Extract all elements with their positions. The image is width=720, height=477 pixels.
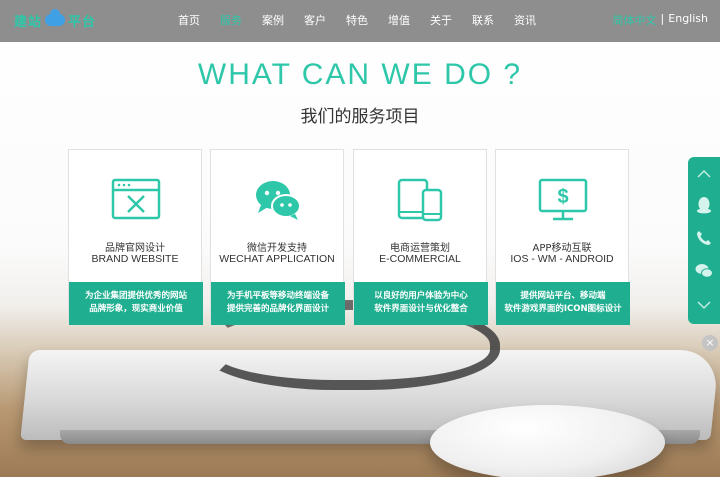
nav-item-about[interactable]: 关于	[420, 0, 462, 42]
service-desc-line: 提供网站平台、移动端	[520, 291, 606, 301]
service-cn-title: 电商运营策划	[390, 243, 450, 254]
wechat-icon[interactable]	[688, 255, 720, 285]
service-cn-title: 品牌官网设计	[105, 243, 165, 254]
service-desc-line: 软件游戏界面的ICON图标设计	[504, 304, 622, 314]
nav-item-cases[interactable]: 案例	[252, 0, 294, 42]
mobile-tablet-icon	[397, 178, 443, 222]
service-desc-line: 品牌形象，现实商业价值	[89, 304, 183, 314]
service-desc-line: 以良好的用户体验为中心	[374, 291, 468, 301]
nav-item-home[interactable]: 首页	[168, 0, 210, 42]
close-side-toolbar-button[interactable]: ×	[702, 335, 718, 351]
section-title: WHAT CAN WE DO ?	[197, 58, 523, 91]
top-navbar: 建站 平台 首页 服务 案例 客户 特色 增值 关于 联系 资讯 简体中文 | …	[0, 0, 720, 42]
service-card-wechat[interactable]: 微信开发支持 WECHAT APPLICATION 为手机平板等移动终端设备 提…	[210, 149, 345, 325]
svg-text:$: $	[557, 186, 568, 208]
phone-icon[interactable]	[688, 223, 720, 253]
service-desc-line: 为企业集团提供优秀的网站	[84, 291, 187, 301]
monitor-dollar-icon: $	[538, 178, 588, 221]
service-en-title: E-COMMERCIAL	[379, 253, 461, 265]
service-en-title: BRAND WEBSITE	[91, 253, 179, 265]
service-description: 为企业集团提供优秀的网站 品牌形象，现实商业价值	[69, 282, 203, 325]
nav-item-contact[interactable]: 联系	[462, 0, 504, 42]
service-description: 以良好的用户体验为中心 软件界面设计与优化整合	[354, 282, 488, 325]
service-desc-line: 为手机平板等移动终端设备	[226, 291, 329, 301]
main-nav: 首页 服务 案例 客户 特色 增值 关于 联系 资讯	[168, 0, 546, 42]
floating-side-toolbar	[688, 157, 720, 324]
service-card-ecommercial[interactable]: 电商运营策划 E-COMMERCIAL 以良好的用户体验为中心 软件界面设计与优…	[353, 149, 488, 325]
section-subtitle: 我们的服务项目	[300, 107, 420, 127]
nav-item-services[interactable]: 服务	[210, 0, 252, 42]
chevron-up-icon[interactable]	[688, 159, 720, 189]
service-en-title: WECHAT APPLICATION	[219, 253, 335, 265]
nav-item-news[interactable]: 资讯	[504, 0, 546, 42]
nav-item-clients[interactable]: 客户	[294, 0, 336, 42]
service-desc-line: 提供完善的品牌化界面设计	[226, 304, 329, 314]
qq-icon[interactable]	[688, 190, 720, 220]
site-logo[interactable]: 建站 平台	[14, 9, 114, 30]
service-card-brand-website[interactable]: 品牌官网设计 BRAND WEBSITE 为企业集团提供优秀的网站 品牌形象，现…	[68, 149, 203, 325]
service-card-app[interactable]: $ APP移动互联 IOS - WM - ANDROID 提供网站平台、移动端 …	[495, 149, 630, 325]
service-en-title: IOS - WM - ANDROID	[510, 253, 614, 265]
cloud-icon	[45, 9, 66, 26]
service-cn-title: APP移动互联	[532, 243, 592, 254]
service-cn-title: 微信开发支持	[247, 243, 307, 254]
nav-item-features[interactable]: 特色	[336, 0, 378, 42]
wechat-icon	[256, 181, 301, 220]
lang-chinese-link[interactable]: 简体中文	[613, 12, 657, 28]
language-switcher: 简体中文 | English	[613, 12, 708, 28]
service-description: 提供网站平台、移动端 软件游戏界面的ICON图标设计	[496, 282, 630, 325]
service-description: 为手机平板等移动终端设备 提供完善的品牌化界面设计	[211, 282, 345, 325]
website-design-icon	[111, 178, 161, 220]
logo-text-right: 平台	[68, 13, 97, 29]
chevron-down-icon[interactable]	[688, 290, 720, 320]
nav-item-value-added[interactable]: 增值	[378, 0, 420, 42]
mouse-illustration	[430, 405, 665, 477]
service-desc-line: 软件界面设计与优化整合	[374, 304, 468, 314]
logo-text-left: 建站	[14, 13, 43, 29]
lang-separator: |	[660, 12, 665, 25]
lang-english-link[interactable]: English	[668, 12, 708, 28]
